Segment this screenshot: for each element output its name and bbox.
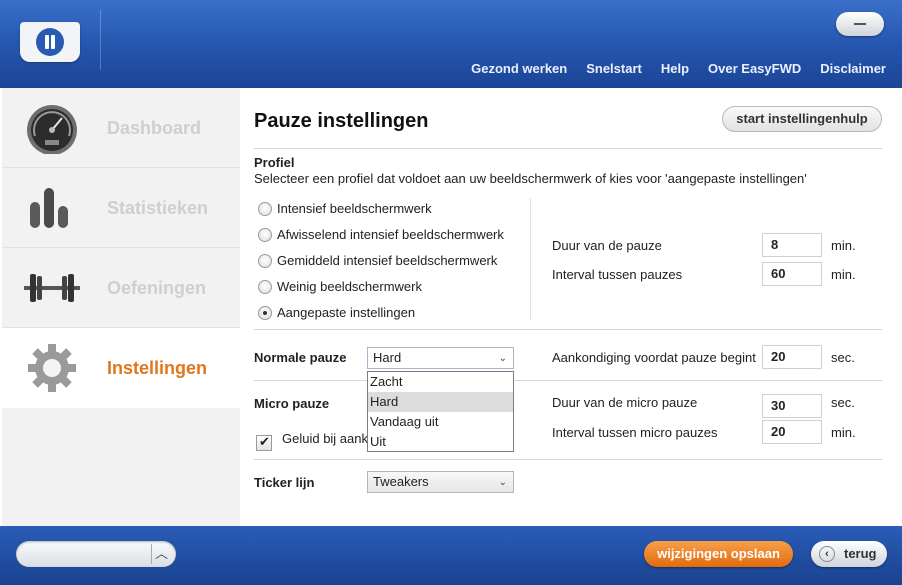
radio-intensief[interactable] (258, 202, 272, 216)
field-separator (151, 544, 152, 564)
option-vandaag-uit[interactable]: Vandaag uit (368, 412, 513, 432)
select-value: Hard (373, 350, 402, 365)
nav-snelstart[interactable]: Snelstart (586, 61, 642, 76)
header-divider (100, 10, 101, 70)
sidebar-item-label: Statistieken (107, 198, 209, 218)
radio-aangepast[interactable] (258, 306, 272, 320)
unit-label: sec. (831, 395, 855, 410)
normal-pause-dropdown: Zacht Hard Vandaag uit Uit (367, 371, 514, 452)
micro-pause-label: Micro pauze (254, 396, 330, 411)
title-bar: Gezond werken Snelstart Help Over EasyFW… (0, 0, 902, 88)
profile-description: Selecteer een profiel dat voldoet aan uw… (254, 171, 807, 186)
chevron-down-icon: ⌄ (498, 353, 507, 364)
announce-input[interactable]: 20 (762, 345, 822, 369)
sidebar-item-label: Oefeningen (107, 278, 207, 298)
chevron-up-icon[interactable]: ︿ (155, 543, 168, 562)
radio-label: Intensief beeldschermwerk (277, 201, 432, 216)
vertical-divider (530, 198, 531, 320)
normal-pause-select[interactable]: Hard ⌄ (367, 347, 514, 369)
option-hard[interactable]: Hard (368, 392, 513, 412)
sound-checkbox-label: Geluid bij aank (282, 431, 368, 446)
option-uit[interactable]: Uit (368, 432, 513, 452)
micro-interval-label: Interval tussen micro pauzes (552, 425, 718, 440)
dumbbell-icon (24, 274, 80, 302)
sidebar-item-dashboard[interactable]: Dashboard (2, 88, 240, 168)
micro-interval-input[interactable]: 20 (762, 420, 822, 444)
divider (254, 329, 882, 330)
sidebar-item-instellingen[interactable]: Instellingen (2, 328, 240, 408)
nav-help[interactable]: Help (661, 61, 689, 76)
footer-collapsed-panel[interactable]: ︿ (16, 541, 176, 567)
micro-duration-input[interactable]: 30 (762, 394, 822, 418)
pause-interval-label: Interval tussen pauzes (552, 267, 683, 282)
minimize-button[interactable] (836, 12, 884, 36)
chevron-down-icon: ⌄ (498, 477, 507, 488)
nav-gezond-werken[interactable]: Gezond werken (471, 61, 567, 76)
sound-checkbox[interactable] (256, 434, 272, 451)
unit-label: min. (831, 238, 856, 253)
radio-label: Gemiddeld intensief beeldschermwerk (277, 253, 498, 268)
unit-label: min. (831, 267, 856, 282)
divider (254, 148, 882, 149)
option-zacht[interactable]: Zacht (368, 372, 513, 392)
ticker-select[interactable]: Tweakers ⌄ (367, 471, 514, 493)
radio-label: Weinig beeldschermwerk (277, 279, 422, 294)
app-logo (20, 22, 80, 62)
pause-duration-input[interactable]: 8 (762, 233, 822, 257)
pause-logo-icon (36, 28, 64, 56)
speedometer-icon (27, 105, 77, 154)
radio-afwisselend[interactable] (258, 228, 272, 242)
radio-label: Aangepaste instellingen (277, 305, 416, 320)
bar-chart-icon (30, 188, 68, 228)
sidebar: Dashboard Statistieken Oefeningen Instel… (2, 88, 240, 526)
unit-label: sec. (831, 350, 855, 365)
profile-heading: Profiel (254, 155, 295, 170)
nav-over-easyfwd[interactable]: Over EasyFWD (708, 61, 801, 76)
unit-label: min. (831, 425, 856, 440)
start-wizard-button[interactable]: start instellingenhulp (722, 106, 882, 132)
divider (254, 380, 882, 381)
normal-pause-label: Normale pauze (254, 350, 347, 365)
back-button-label: terug (844, 546, 877, 561)
chevron-left-icon: ‹ (819, 546, 835, 562)
sidebar-item-label: Instellingen (107, 358, 208, 378)
main-area: Dashboard Statistieken Oefeningen Instel… (0, 88, 902, 526)
settings-panel: Pauze instellingen start instellingenhul… (240, 88, 902, 526)
nav-disclaimer[interactable]: Disclaimer (820, 61, 886, 76)
top-navigation: Gezond werken Snelstart Help Over EasyFW… (471, 61, 886, 76)
footer-bar: ︿ wijzigingen opslaan ‹ terug (0, 526, 902, 585)
radio-weinig[interactable] (258, 280, 272, 294)
divider (254, 459, 882, 460)
save-changes-button[interactable]: wijzigingen opslaan (644, 541, 793, 567)
ticker-label: Ticker lijn (254, 475, 315, 490)
micro-duration-label: Duur van de micro pauze (552, 395, 698, 410)
pause-interval-input[interactable]: 60 (762, 262, 822, 286)
pause-duration-label: Duur van de pauze (552, 238, 662, 253)
gear-icon (28, 344, 76, 392)
page-title: Pauze instellingen (254, 110, 429, 132)
minus-icon (854, 23, 866, 25)
select-value: Tweakers (373, 474, 429, 489)
sidebar-item-oefeningen[interactable]: Oefeningen (2, 248, 240, 328)
back-button[interactable]: ‹ terug (811, 541, 887, 567)
sidebar-item-label: Dashboard (107, 118, 202, 138)
sidebar-item-statistieken[interactable]: Statistieken (2, 168, 240, 248)
radio-label: Afwisselend intensief beeldschermwerk (277, 227, 504, 242)
announce-label: Aankondiging voordat pauze begint (552, 350, 756, 365)
radio-gemiddeld[interactable] (258, 254, 272, 268)
